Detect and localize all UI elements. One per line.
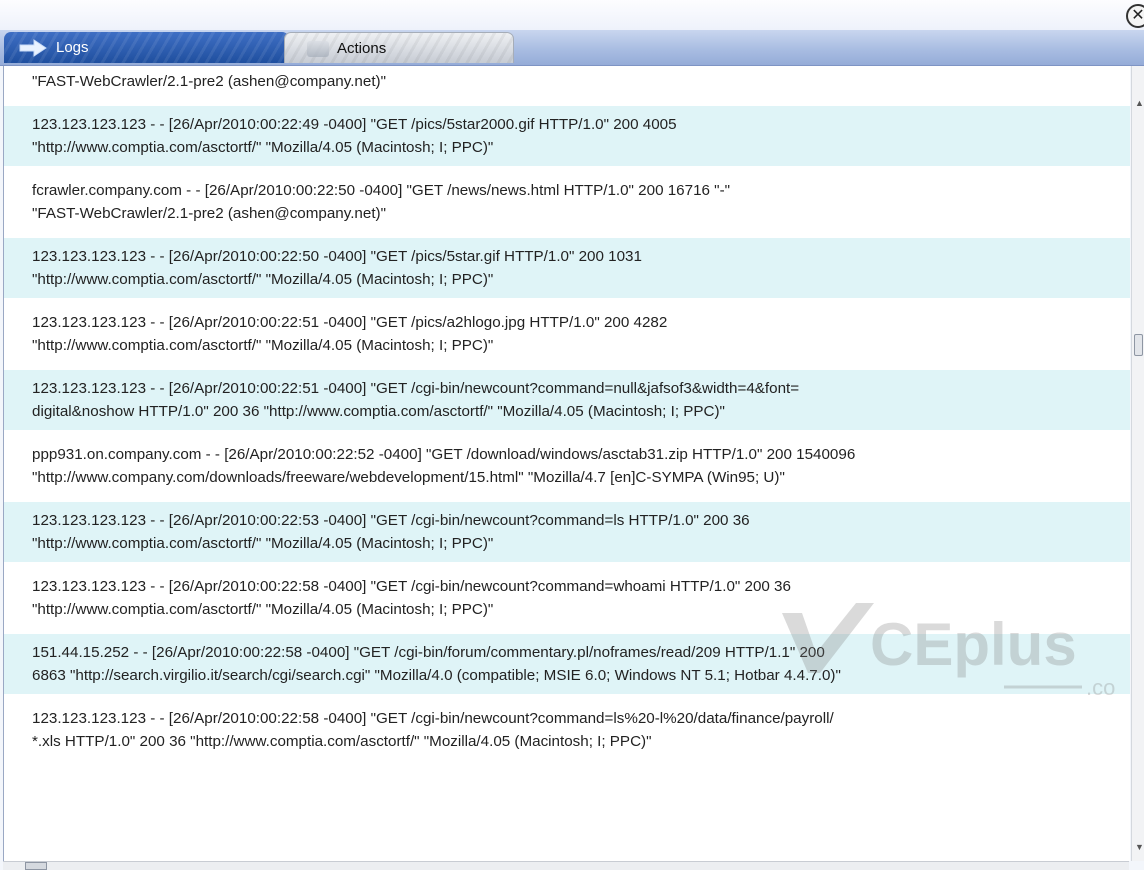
log-entry: ppp931.on.company.com - - [26/Apr/2010:0… — [4, 436, 1130, 496]
vertical-scrollbar[interactable]: ▲ ▼ — [1131, 66, 1144, 861]
log-entry-line-2: "http://www.comptia.com/asctortf/" "Mozi… — [32, 535, 494, 552]
log-entry: 123.123.123.123 - - [26/Apr/2010:00:22:5… — [4, 370, 1130, 430]
log-entry-line-2: "http://www.company.com/downloads/freewa… — [32, 469, 785, 486]
log-entry-line-1: 123.123.123.123 - - [26/Apr/2010:00:22:5… — [32, 248, 642, 265]
log-panel: fcrawler.company.com - - [26/Apr/2010:00… — [3, 66, 1130, 861]
log-entry-line-1: 123.123.123.123 - - [26/Apr/2010:00:22:5… — [32, 710, 834, 727]
log-entry-line-2: *.xls HTTP/1.0" 200 36 "http://www.compt… — [32, 733, 652, 750]
log-entry: 123.123.123.123 - - [26/Apr/2010:00:22:5… — [4, 238, 1130, 298]
log-entry-line-2: 6863 "http://search.virgilio.it/search/c… — [32, 667, 841, 684]
log-entry: 123.123.123.123 - - [26/Apr/2010:00:22:5… — [4, 700, 1130, 760]
tab-logs-label: Logs — [56, 39, 89, 56]
app-top-bar — [0, 0, 1144, 30]
log-list: fcrawler.company.com - - [26/Apr/2010:00… — [4, 66, 1130, 766]
log-entry: 123.123.123.123 - - [26/Apr/2010:00:22:5… — [4, 304, 1130, 364]
log-entry-line-1: 123.123.123.123 - - [26/Apr/2010:00:22:5… — [32, 380, 800, 397]
log-entry-line-1: fcrawler.company.com - - [26/Apr/2010:00… — [32, 182, 731, 199]
log-entry-line-2: "FAST-WebCrawler/2.1-pre2 (ashen@company… — [32, 205, 386, 222]
log-entry-line-2: "http://www.comptia.com/asctortf/" "Mozi… — [32, 337, 494, 354]
tab-bar: Logs Actions — [0, 30, 1144, 66]
log-entry: 123.123.123.123 - - [26/Apr/2010:00:22:4… — [4, 106, 1130, 166]
log-entry-line-2: "http://www.comptia.com/asctortf/" "Mozi… — [32, 271, 494, 288]
log-entry-line-2: "http://www.comptia.com/asctortf/" "Mozi… — [32, 601, 494, 618]
tab-actions[interactable]: Actions — [284, 32, 514, 63]
vertical-scroll-thumb[interactable] — [1134, 334, 1143, 356]
log-entry-line-1: 123.123.123.123 - - [26/Apr/2010:00:22:5… — [32, 512, 750, 529]
actions-icon — [307, 41, 329, 57]
log-entry-line-2: "FAST-WebCrawler/2.1-pre2 (ashen@company… — [32, 73, 386, 90]
log-entry: 123.123.123.123 - - [26/Apr/2010:00:22:5… — [4, 502, 1130, 562]
log-entry-line-1: 123.123.123.123 - - [26/Apr/2010:00:22:5… — [32, 578, 791, 595]
scroll-down-icon[interactable]: ▼ — [1135, 842, 1144, 852]
tab-logs[interactable]: Logs — [4, 32, 289, 63]
log-entry-line-1: 123.123.123.123 - - [26/Apr/2010:00:22:5… — [32, 314, 668, 331]
log-entry-line-1: ppp931.on.company.com - - [26/Apr/2010:0… — [32, 446, 856, 463]
log-entry: 123.123.123.123 - - [26/Apr/2010:00:22:5… — [4, 568, 1130, 628]
log-entry-line-1: 123.123.123.123 - - [26/Apr/2010:00:22:4… — [32, 116, 677, 133]
log-entry: 151.44.15.252 - - [26/Apr/2010:00:22:58 … — [4, 634, 1130, 694]
log-entry-line-2: "http://www.comptia.com/asctortf/" "Mozi… — [32, 139, 494, 156]
scroll-up-icon[interactable]: ▲ — [1135, 98, 1144, 108]
close-icon[interactable]: ✕ — [1126, 4, 1144, 28]
log-entry: fcrawler.company.com - - [26/Apr/2010:00… — [4, 66, 1130, 100]
tab-actions-label: Actions — [337, 39, 387, 57]
arrow-right-icon — [19, 38, 47, 57]
log-entry-line-2: digital&noshow HTTP/1.0" 200 36 "http://… — [32, 403, 725, 420]
log-entry-line-1: 151.44.15.252 - - [26/Apr/2010:00:22:58 … — [32, 644, 825, 661]
log-entry: fcrawler.company.com - - [26/Apr/2010:00… — [4, 172, 1130, 232]
